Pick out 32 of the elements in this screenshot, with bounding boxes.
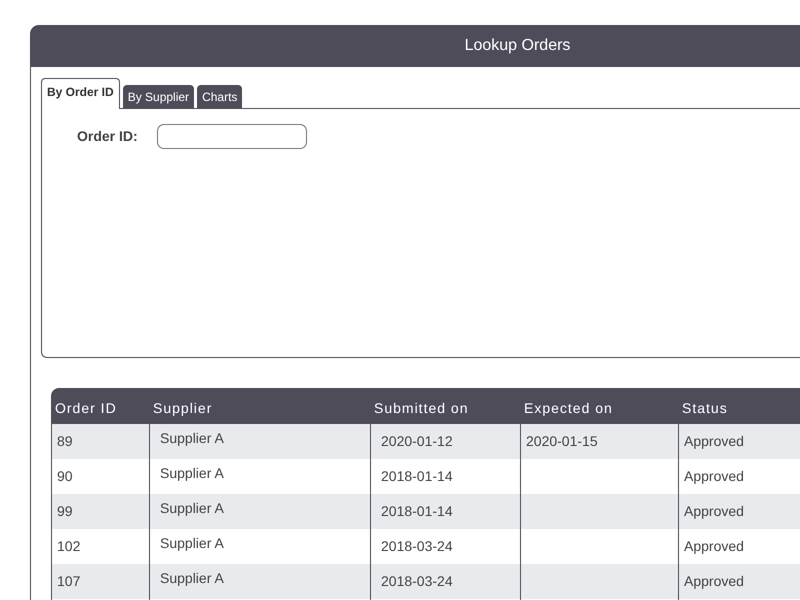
table-cell: Approved: [684, 468, 744, 484]
column-header: Expected on: [520, 388, 678, 424]
table-cell: 2018-03-24: [381, 573, 453, 589]
tab[interactable]: Charts: [197, 85, 242, 108]
column-header: Submitted on: [370, 388, 520, 424]
table-cell: Approved: [684, 503, 744, 519]
table-cell: 90: [57, 468, 73, 484]
tab[interactable]: By Order ID: [41, 78, 120, 109]
table-cell: 2018-01-14: [381, 503, 453, 519]
tab[interactable]: By Supplier: [122, 85, 194, 108]
order-id-field[interactable]: [157, 124, 307, 149]
table-cell: Supplier A: [160, 465, 224, 481]
column-header: Order ID: [51, 388, 149, 424]
table-cell: Approved: [684, 573, 744, 589]
table-cell: Approved: [684, 538, 744, 554]
table-cell: 2020-01-15: [526, 433, 598, 449]
column-header: Status: [678, 388, 800, 424]
column-header: Supplier: [149, 388, 370, 424]
table-cell: Supplier A: [160, 570, 224, 586]
table-cell: 107: [57, 573, 80, 589]
table-cell: Supplier A: [160, 500, 224, 516]
table-cell: 89: [57, 433, 73, 449]
table-cell: 2020-01-12: [381, 433, 453, 449]
table-cell: 99: [57, 503, 73, 519]
table-cell: Approved: [684, 433, 744, 449]
table-cell: 2018-01-14: [381, 468, 453, 484]
table-cell: 102: [57, 538, 80, 554]
window-title: Lookup Orders: [30, 25, 800, 67]
table-cell: 2018-03-24: [381, 538, 453, 554]
table-cell: Supplier A: [160, 430, 224, 446]
table-cell: Supplier A: [160, 535, 224, 551]
field-label: Order ID:: [77, 127, 139, 146]
